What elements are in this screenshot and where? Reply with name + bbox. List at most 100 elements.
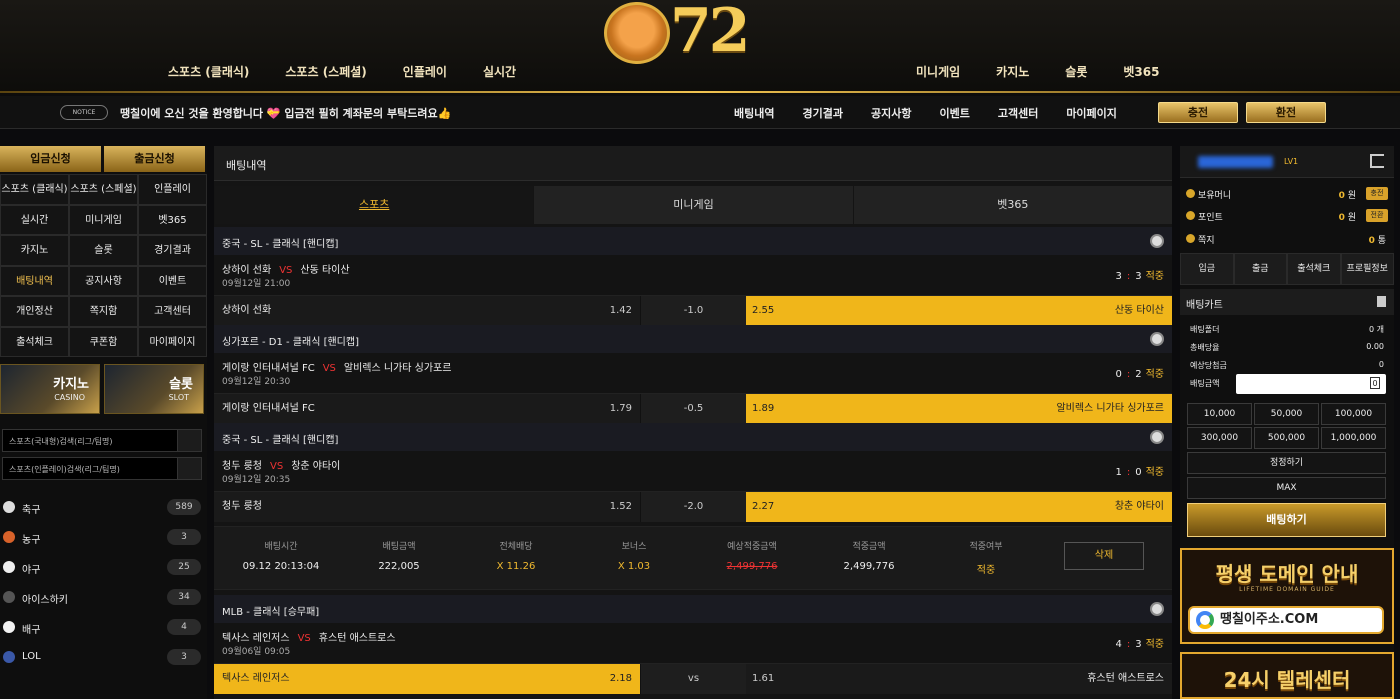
deposit-request-button[interactable]: 입금신청 bbox=[0, 146, 101, 172]
inplay-search-input[interactable]: 스포츠(인플레이)검색(리그/팀명) bbox=[2, 457, 202, 480]
max-button[interactable]: MAX bbox=[1187, 477, 1386, 499]
delete-button[interactable]: 삭제 bbox=[1064, 542, 1144, 570]
quick-amount-button[interactable]: 300,000 bbox=[1187, 427, 1252, 449]
tab-attendance[interactable]: 출석체크 bbox=[1287, 253, 1341, 285]
tab-withdraw[interactable]: 출금 bbox=[1233, 253, 1287, 285]
nav-sports-special[interactable]: 스포츠 (스페셜) bbox=[285, 63, 366, 80]
away-odds-cell-selected[interactable]: 2.27 창춘 야타이 bbox=[746, 492, 1172, 522]
search-icon[interactable] bbox=[177, 458, 201, 479]
subnav-events[interactable]: 이벤트 bbox=[939, 105, 969, 121]
charge-button[interactable]: 충전 bbox=[1158, 102, 1238, 123]
slot-banner[interactable]: 슬롯 SLOT bbox=[104, 364, 204, 414]
nav-live[interactable]: 실시간 bbox=[483, 63, 516, 80]
quick-amount-button[interactable]: 50,000 bbox=[1254, 403, 1319, 425]
home-odds-cell[interactable]: 상하이 선화 1.42 bbox=[214, 296, 640, 326]
sidebar-item-mypage[interactable]: 마이페이지 bbox=[138, 326, 207, 357]
sport-count: 3 bbox=[167, 529, 201, 545]
quick-amount-button[interactable]: 10,000 bbox=[1187, 403, 1252, 425]
nav-slot[interactable]: 슬롯 bbox=[1065, 63, 1087, 80]
quick-amount-button[interactable]: 1,000,000 bbox=[1321, 427, 1386, 449]
telegram-center-banner[interactable]: 24시 텔레센터 bbox=[1180, 652, 1394, 699]
home-team: 청두 룽청 bbox=[222, 501, 262, 512]
sub-nav: 배팅내역 경기결과 공지사항 이벤트 고객센터 마이페이지 bbox=[734, 105, 1117, 121]
home-odds-cell[interactable]: 게이랑 인터내셔널 FC 1.79 bbox=[214, 394, 640, 424]
cart-odds-row: 총배당율 0.00 bbox=[1180, 338, 1394, 356]
nav-casino[interactable]: 카지노 bbox=[996, 63, 1029, 80]
sidebar-item-casino[interactable]: 카지노 bbox=[0, 235, 69, 266]
sport-item-soccer[interactable]: 축구 589 bbox=[0, 492, 207, 522]
logout-icon[interactable] bbox=[1370, 154, 1384, 168]
search-icon[interactable] bbox=[177, 430, 201, 451]
home-odds-cell-selected[interactable]: 텍사스 레인저스 2.18 bbox=[214, 664, 640, 694]
message-row[interactable]: 쪽지 0 통 bbox=[1180, 227, 1394, 251]
sport-item-icehockey[interactable]: 아이스하키 34 bbox=[0, 582, 207, 612]
trash-icon[interactable] bbox=[1377, 296, 1386, 307]
subnav-notices[interactable]: 공지사항 bbox=[871, 105, 911, 121]
domain-text: 땡칠이주소.COM bbox=[1220, 612, 1319, 627]
reset-button[interactable]: 정정하기 bbox=[1187, 452, 1386, 474]
sidebar-item-coupons[interactable]: 쿠폰함 bbox=[69, 326, 138, 357]
domain-guide-banner[interactable]: 평생 도메인 안내 LIFETIME DOMAIN GUIDE 땡칠이주소.CO… bbox=[1180, 548, 1394, 644]
home-odds-cell[interactable]: 청두 룽청 1.52 bbox=[214, 492, 640, 522]
league-name: 싱가포르 - D1 - 클래식 [핸디캡] bbox=[222, 337, 359, 348]
quick-amount-button[interactable]: 500,000 bbox=[1254, 427, 1319, 449]
tab-profile[interactable]: 프로필정보 bbox=[1340, 253, 1394, 285]
sidebar-item-support[interactable]: 고객센터 bbox=[138, 296, 207, 327]
win-status: 적중 bbox=[976, 565, 996, 576]
quick-amount-button[interactable]: 100,000 bbox=[1321, 403, 1386, 425]
sidebar-item-attendance[interactable]: 출석체크 bbox=[0, 326, 69, 357]
bet-amount-input[interactable]: 0 bbox=[1236, 374, 1386, 394]
bet-time: 09.12 20:13:04 bbox=[242, 561, 320, 572]
summary-header: 적중여부 bbox=[969, 542, 1003, 552]
home-team: 상하이 선화 bbox=[222, 265, 272, 276]
summary-header: 보너스 bbox=[621, 542, 647, 552]
away-team: 산동 타이산 bbox=[300, 265, 350, 276]
league-header: 중국 - SL - 클래식 [핸디캡] bbox=[214, 227, 1172, 255]
sidebar-item-bet-history[interactable]: 배팅내역 bbox=[0, 265, 69, 296]
sidebar-item-results[interactable]: 경기결과 bbox=[138, 235, 207, 266]
sport-item-basketball[interactable]: 농구 3 bbox=[0, 522, 207, 552]
tab-deposit[interactable]: 입금 bbox=[1180, 253, 1234, 285]
tab-bet365[interactable]: 벳365 bbox=[852, 186, 1172, 224]
nav-inplay[interactable]: 인플레이 bbox=[403, 63, 447, 80]
tab-sports[interactable]: 스포츠 bbox=[214, 186, 534, 224]
charge-tag[interactable]: 충전 bbox=[1366, 187, 1388, 200]
sidebar-item-inplay[interactable]: 인플레이 bbox=[138, 174, 207, 205]
sidebar-item-bet365[interactable]: 벳365 bbox=[138, 204, 207, 235]
sport-item-lol[interactable]: LOL 3 bbox=[0, 642, 207, 672]
sport-item-volleyball[interactable]: 배구 4 bbox=[0, 612, 207, 642]
away-odds-cell-selected[interactable]: 2.55 산동 타이산 bbox=[746, 296, 1172, 326]
nav-minigame[interactable]: 미니게임 bbox=[916, 63, 960, 80]
subnav-support[interactable]: 고객센터 bbox=[998, 105, 1038, 121]
site-logo[interactable]: 72 bbox=[602, 0, 772, 70]
place-bet-button[interactable]: 배팅하기 bbox=[1187, 503, 1386, 537]
sports-search-input[interactable]: 스포츠(국내형)검색(리그/팀명) bbox=[2, 429, 202, 452]
withdraw-request-button[interactable]: 출금신청 bbox=[104, 146, 205, 172]
home-score: 3 bbox=[1115, 271, 1122, 282]
sport-item-baseball[interactable]: 야구 25 bbox=[0, 552, 207, 582]
casino-banner[interactable]: 카지노 CASINO bbox=[0, 364, 100, 414]
sidebar-item-minigame[interactable]: 미니게임 bbox=[69, 204, 138, 235]
subnav-bet-history[interactable]: 배팅내역 bbox=[734, 105, 774, 121]
tab-minigame[interactable]: 미니게임 bbox=[533, 186, 853, 224]
sidebar-item-events[interactable]: 이벤트 bbox=[138, 265, 207, 296]
subnav-mypage[interactable]: 마이페이지 bbox=[1066, 105, 1117, 121]
nav-sports-classic[interactable]: 스포츠 (클래식) bbox=[168, 63, 249, 80]
subnav-results[interactable]: 경기결과 bbox=[802, 105, 842, 121]
sidebar-item-sports-special[interactable]: 스포츠 (스페셜) bbox=[69, 174, 138, 205]
convert-tag[interactable]: 전환 bbox=[1366, 209, 1388, 222]
exchange-button[interactable]: 환전 bbox=[1246, 102, 1326, 123]
google-icon bbox=[1196, 611, 1214, 629]
sidebar-item-sports-classic[interactable]: 스포츠 (클래식) bbox=[0, 174, 69, 205]
away-odds-cell-selected[interactable]: 1.89 알비렉스 니가타 싱가포르 bbox=[746, 394, 1172, 424]
sidebar-item-settlement[interactable]: 개인정산 bbox=[0, 296, 69, 327]
sport-name: 배구 bbox=[22, 625, 41, 636]
bet-amount-label: 배팅금액 bbox=[1190, 379, 1220, 388]
sidebar-item-live[interactable]: 실시간 bbox=[0, 204, 69, 235]
sidebar-item-messages[interactable]: 쪽지함 bbox=[69, 296, 138, 327]
sport-name: 야구 bbox=[22, 565, 41, 576]
nav-bet365[interactable]: 벳365 bbox=[1123, 63, 1159, 80]
away-odds-cell[interactable]: 1.61 휴스턴 애스트로스 bbox=[746, 664, 1172, 694]
sidebar-item-slot[interactable]: 슬롯 bbox=[69, 235, 138, 266]
sidebar-item-notices[interactable]: 공지사항 bbox=[69, 265, 138, 296]
